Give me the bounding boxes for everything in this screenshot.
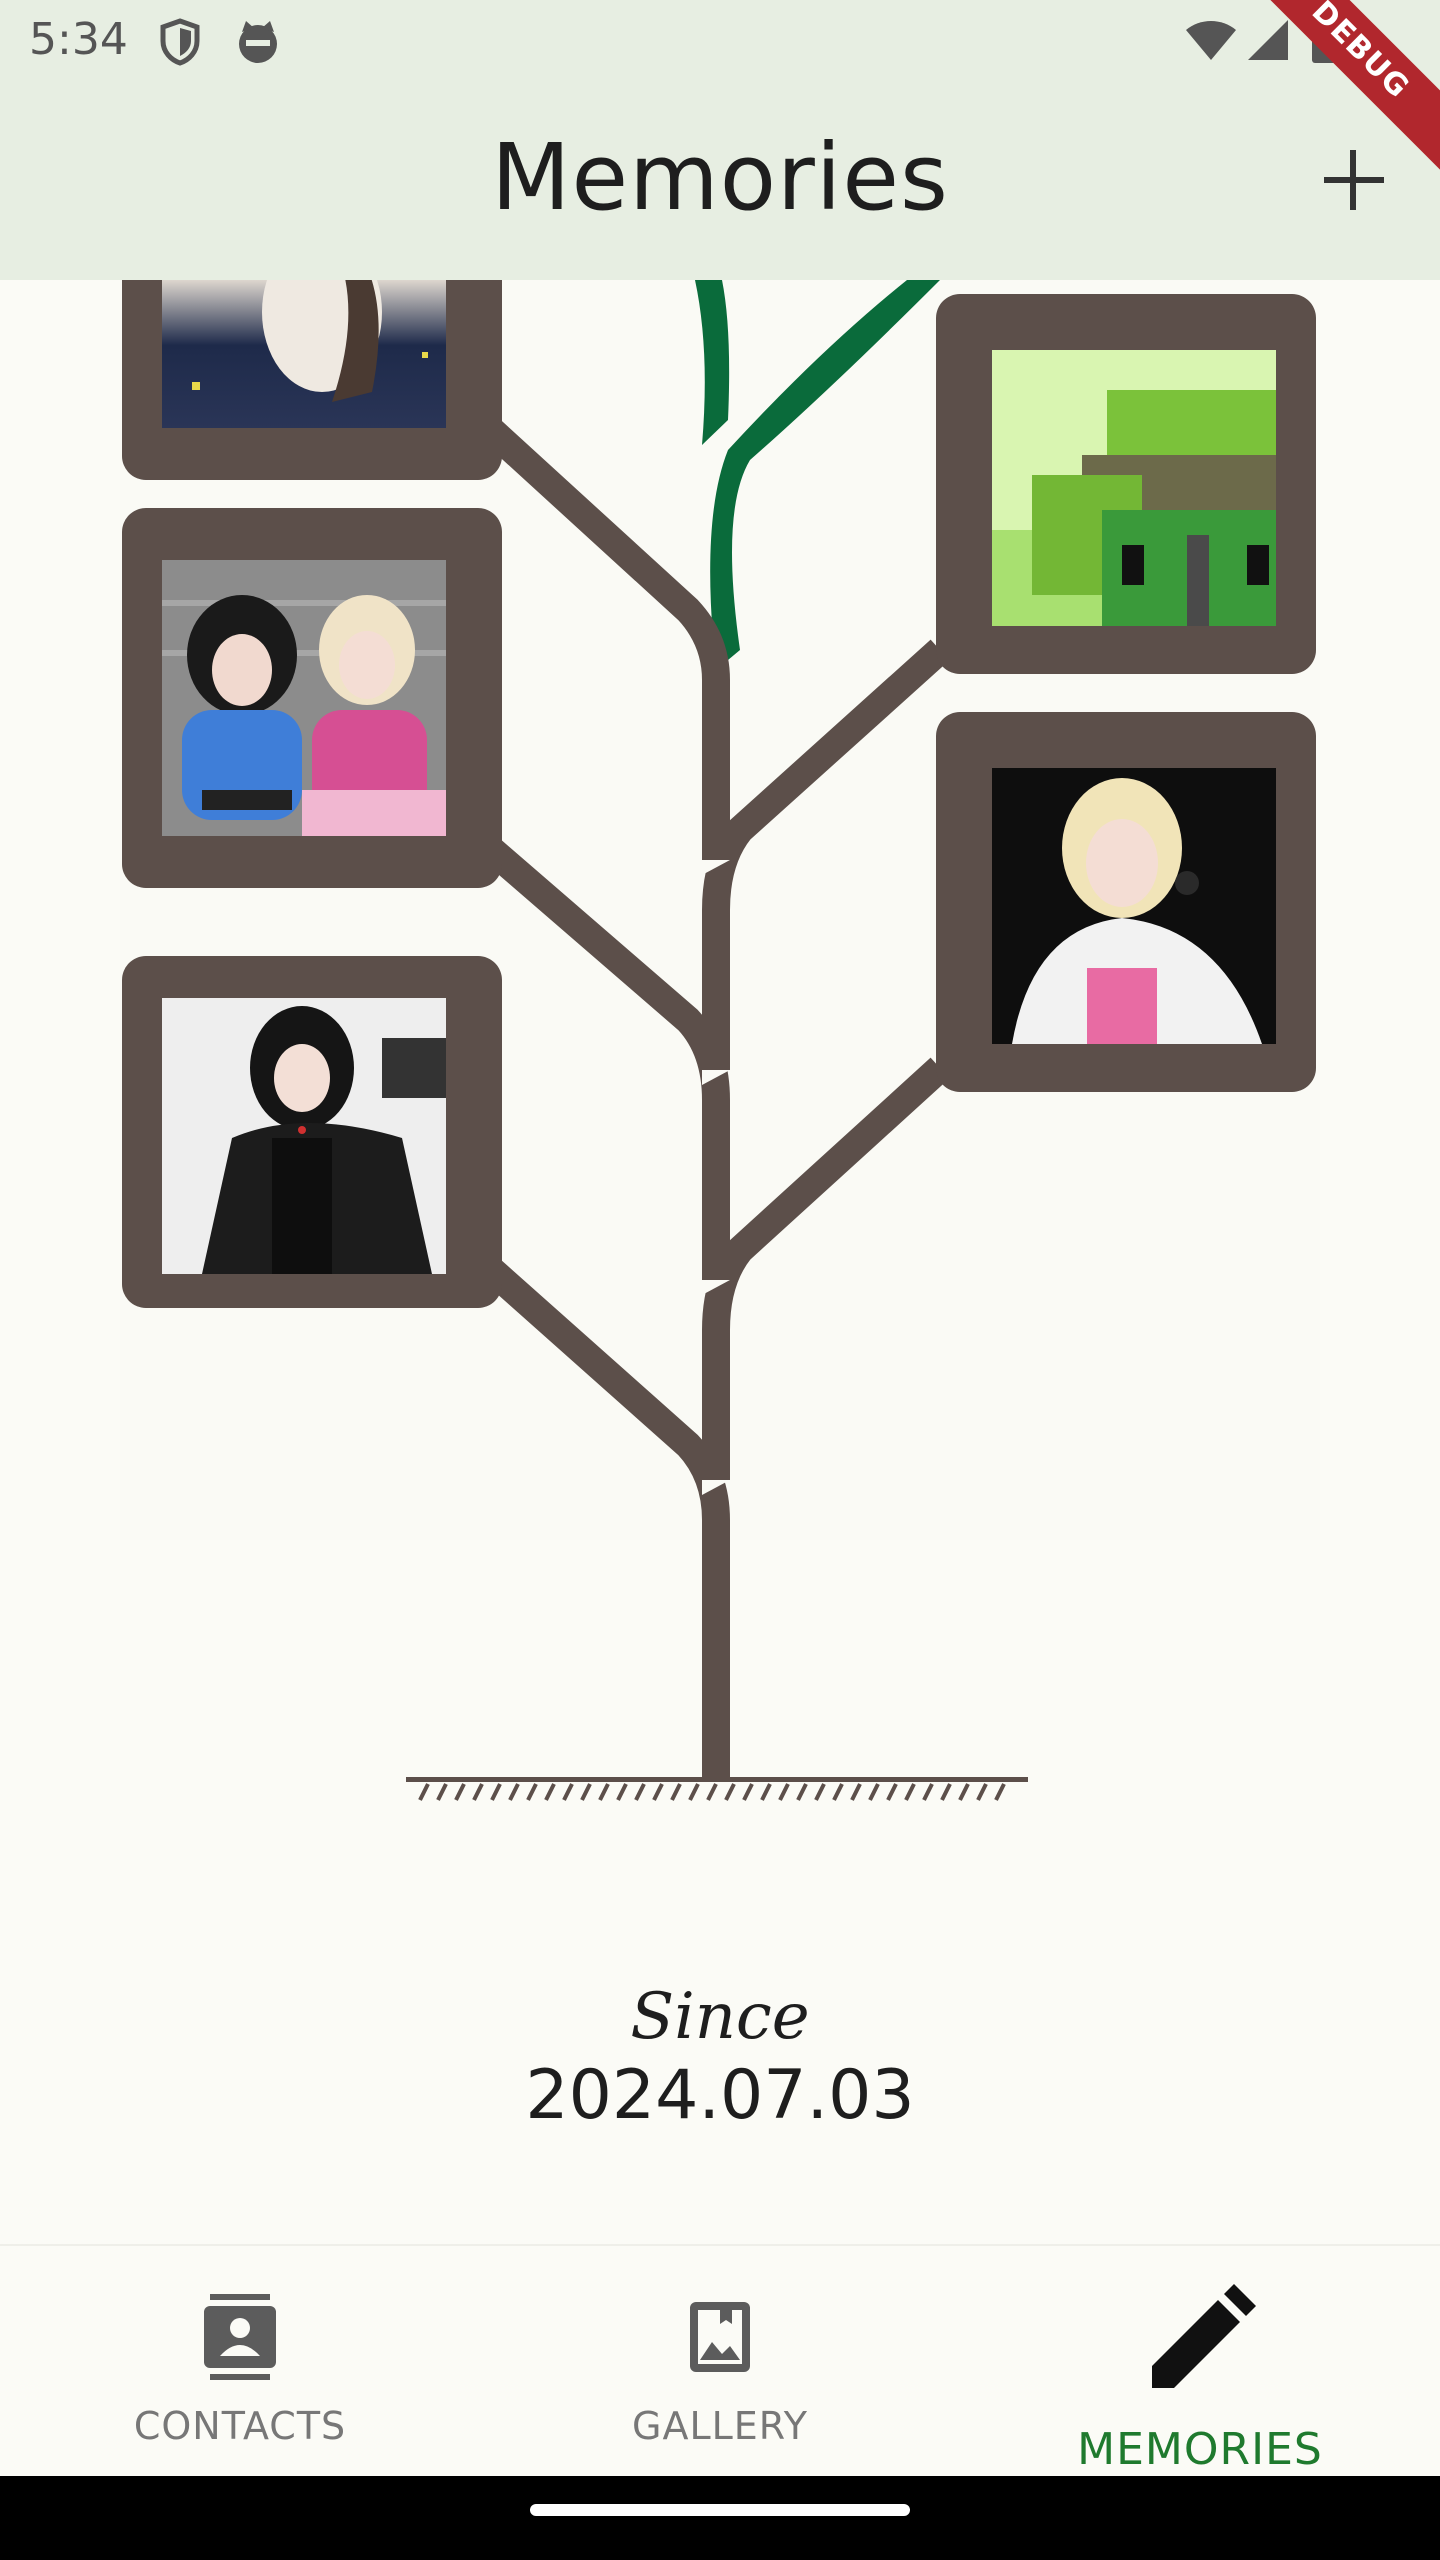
photo-icon xyxy=(162,560,446,836)
app-bar: Memories xyxy=(0,84,1440,280)
photo-frame-middle-right[interactable] xyxy=(936,712,1316,1092)
photo-album-icon xyxy=(690,2302,750,2372)
photo-icon xyxy=(192,280,428,402)
photo-middle-right xyxy=(992,768,1276,1044)
photo-icon xyxy=(992,768,1276,1044)
signal-icon xyxy=(1248,20,1288,60)
wifi-icon xyxy=(1186,21,1236,60)
photo-frame-top-right[interactable] xyxy=(936,294,1316,674)
ground xyxy=(406,1777,1028,1801)
photo-icon xyxy=(992,350,1276,626)
since-label: Since xyxy=(630,1980,810,2054)
pencil-icon xyxy=(1152,2284,1256,2388)
cat-face-icon xyxy=(239,21,277,63)
plus-icon xyxy=(1324,150,1384,210)
contact-card-icon xyxy=(204,2294,276,2380)
sprout xyxy=(695,280,940,670)
system-navigation-bar xyxy=(0,2476,1440,2560)
photo-middle-left xyxy=(162,560,446,836)
page-title: Memories xyxy=(491,124,949,231)
photo-top-left xyxy=(162,280,446,428)
status-time: 5:34 xyxy=(29,14,128,65)
home-indicator[interactable] xyxy=(530,2504,910,2516)
memory-tree-view[interactable]: Since 2024.07.03 xyxy=(0,280,1440,2244)
nav-label-contacts: CONTACTS xyxy=(133,2404,347,2448)
photo-top-right xyxy=(992,350,1276,626)
since-date: 2024.07.03 xyxy=(525,2056,915,2135)
bottom-navigation: CONTACTS GALLERY MEMORIES xyxy=(0,2244,1440,2478)
nav-item-gallery[interactable]: GALLERY xyxy=(480,2246,960,2478)
photo-frame-top-left[interactable] xyxy=(122,280,502,480)
nav-item-memories[interactable]: MEMORIES xyxy=(960,2246,1440,2478)
photo-icon xyxy=(162,998,446,1274)
photo-frame-middle-left[interactable] xyxy=(122,508,502,888)
nav-label-memories: MEMORIES xyxy=(1077,2424,1323,2475)
photo-bottom-left xyxy=(162,998,446,1274)
status-bar: 5:34 xyxy=(0,0,1440,84)
tree-trunk xyxy=(470,409,950,1780)
nav-label-gallery: GALLERY xyxy=(632,2404,808,2448)
add-memory-button[interactable] xyxy=(1316,142,1392,218)
shield-icon xyxy=(160,18,200,66)
photo-frame-bottom-left[interactable] xyxy=(122,956,502,1308)
nav-item-contacts[interactable]: CONTACTS xyxy=(0,2246,480,2478)
